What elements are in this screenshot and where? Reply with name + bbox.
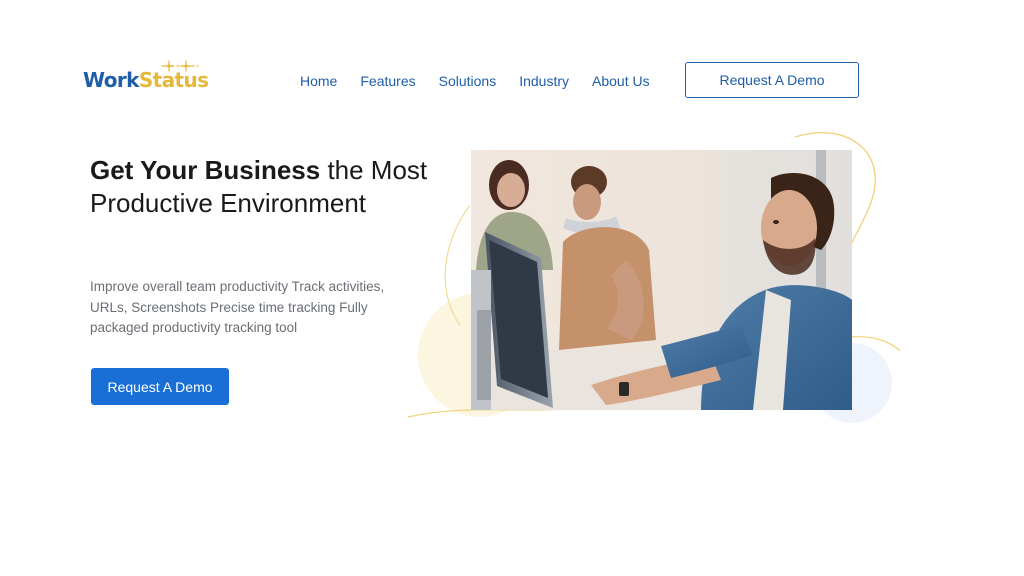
hero-request-demo-button[interactable]: Request A Demo	[91, 368, 229, 405]
nav-home[interactable]: Home	[300, 73, 337, 89]
nav-industry[interactable]: Industry	[519, 73, 569, 89]
nav-about-us[interactable]: About Us	[592, 73, 650, 89]
main-nav: Home Features Solutions Industry About U…	[300, 72, 650, 90]
hero-title-strong: Get Your Business	[90, 155, 321, 185]
hero-description: Improve overall team productivity Track …	[90, 279, 385, 335]
header-request-demo-button[interactable]: Request A Demo	[685, 62, 859, 98]
logo-sparkle-icon	[161, 60, 199, 72]
nav-solutions[interactable]: Solutions	[439, 73, 497, 89]
workstatus-logo[interactable]: WorkStatus	[83, 60, 209, 100]
hero-office-photo	[471, 150, 852, 410]
landing-page: WorkStatus Home Features Solutions Indus…	[0, 0, 1024, 576]
nav-features[interactable]: Features	[360, 73, 415, 89]
hero-title: Get Your Business the Most Productive En…	[90, 154, 430, 220]
office-scene-illustration	[471, 150, 852, 410]
logo-text-work: Work	[83, 68, 139, 92]
